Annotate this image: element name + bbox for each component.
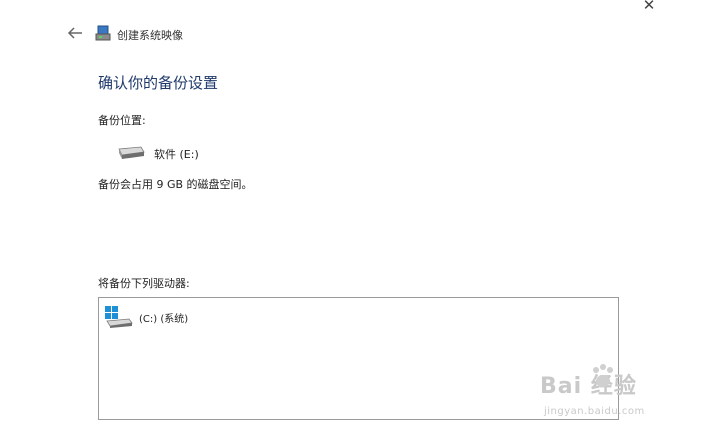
paw-icon [593,364,613,387]
list-item: (C:) (系统) [105,306,188,328]
drive-label: (C:) (系统) [139,313,189,325]
drive-icon [118,146,145,159]
back-arrow-icon[interactable] [66,25,84,41]
page-heading: 确认你的备份设置 [98,74,219,92]
system-image-backup-icon [95,25,111,41]
close-button[interactable]: ✕ [636,0,662,14]
windows-drive-icon [105,306,133,328]
backup-drive-name: 软件 (E:) [154,148,199,161]
drives-list-label: 将备份下列驱动器: [98,277,190,290]
backup-location-label: 备份位置: [98,114,146,127]
watermark: Bai 经验 jingyan.baidu.com [540,360,700,420]
watermark-url: jingyan.baidu.com [544,406,645,417]
window-title: 创建系统映像 [117,29,183,42]
space-usage-text: 备份会占用 9 GB 的磁盘空间。 [98,178,253,191]
